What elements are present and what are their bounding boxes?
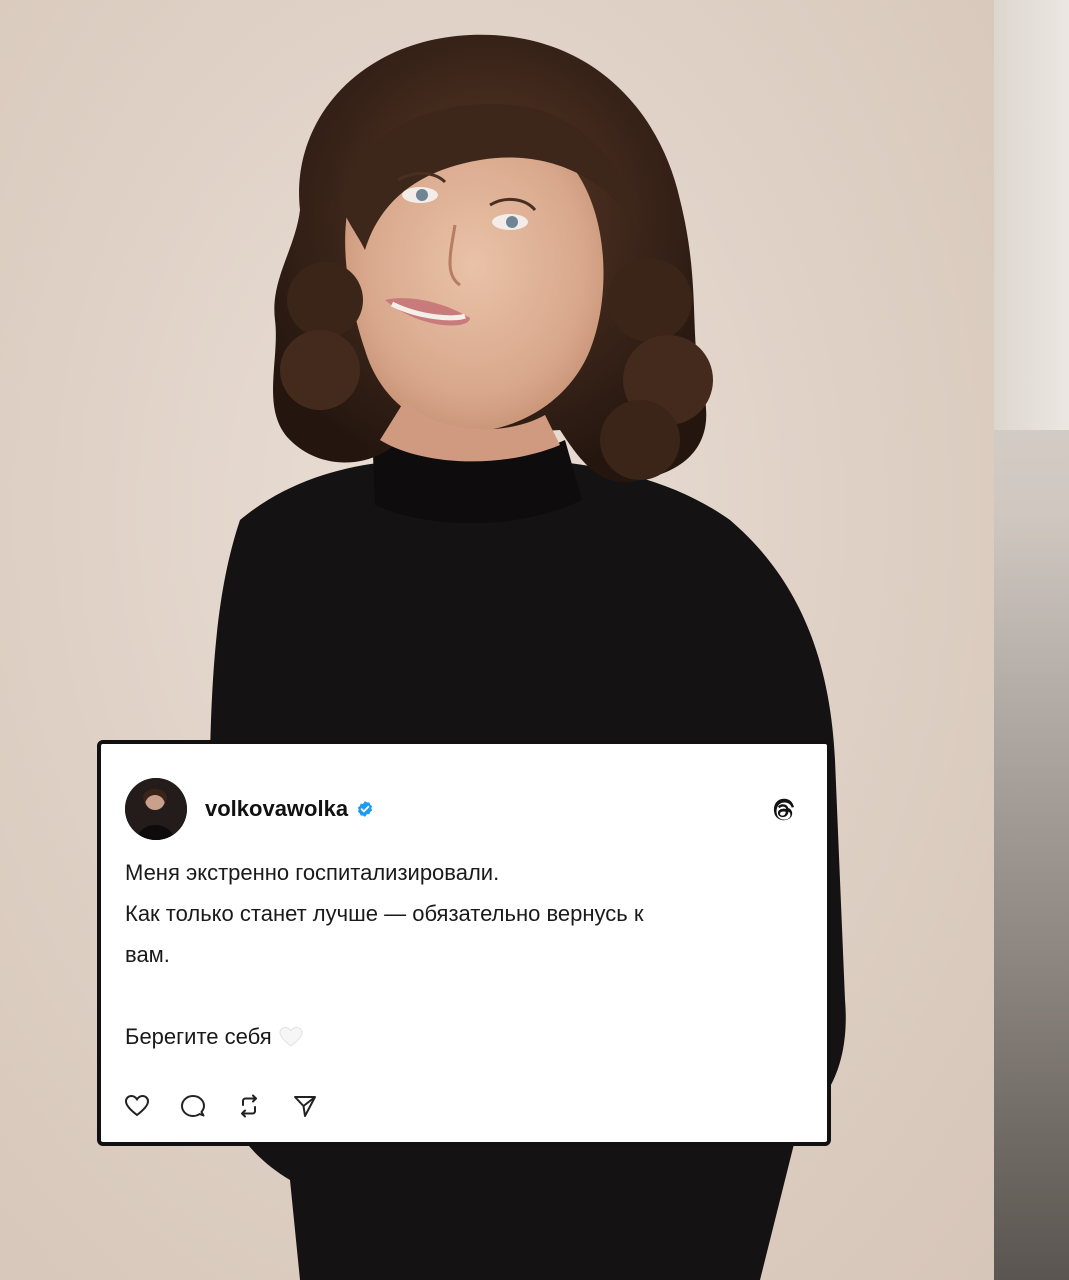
screenshot-stage: volkovawolka Меня экстренно госпитализир… <box>0 0 1069 1280</box>
post-line-2: Как только станет лучше — обязательно ве… <box>125 901 644 926</box>
white-heart-icon <box>279 1026 303 1047</box>
post-line-1: Меня экстренно госпитализировали. <box>125 860 500 885</box>
post-actions <box>123 1092 319 1120</box>
share-icon[interactable] <box>291 1092 319 1120</box>
username-text[interactable]: volkovawolka <box>205 796 348 822</box>
post-author[interactable]: volkovawolka <box>205 796 374 822</box>
avatar-image <box>125 778 187 840</box>
threads-icon[interactable] <box>767 796 797 826</box>
comment-icon[interactable] <box>179 1092 207 1120</box>
post-body: Меня экстренно госпитализировали. Как то… <box>125 852 805 1057</box>
avatar[interactable] <box>125 778 187 840</box>
repost-icon[interactable] <box>235 1092 263 1120</box>
threads-post-card[interactable]: volkovawolka Меня экстренно госпитализир… <box>97 740 831 1146</box>
post-line-5-text: Берегите себя <box>125 1024 272 1049</box>
heart-icon[interactable] <box>123 1092 151 1120</box>
adjacent-photo-edge-top <box>994 0 1069 430</box>
post-line-3: вам. <box>125 942 170 967</box>
post-line-gap <box>125 975 805 1016</box>
post-line-5: Берегите себя <box>125 1016 805 1057</box>
verified-badge-icon <box>358 801 373 817</box>
